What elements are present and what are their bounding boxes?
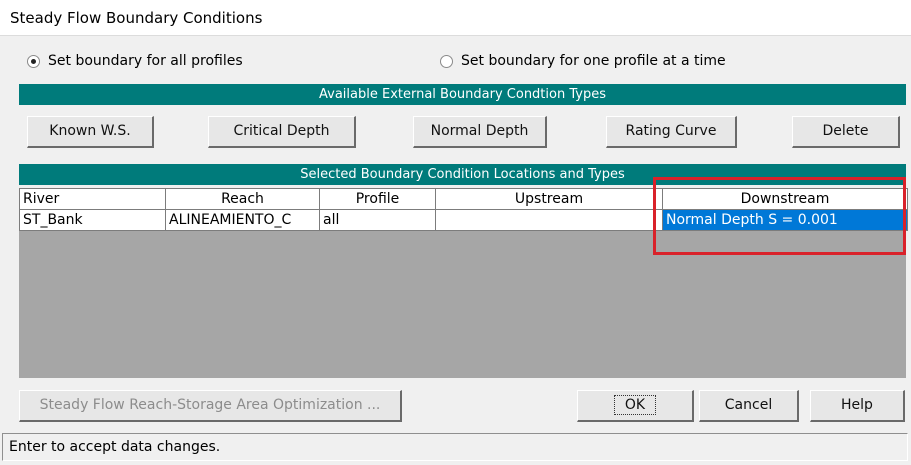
one-profile-label: Set boundary for one profile at a time bbox=[461, 53, 726, 69]
downstream-highlight-annotation bbox=[653, 177, 906, 255]
column-header-profile: Profile bbox=[319, 188, 436, 210]
column-header-reach: Reach bbox=[165, 188, 320, 210]
column-header-river: River bbox=[19, 188, 166, 210]
cell-profile[interactable]: all bbox=[319, 209, 436, 231]
title-bar: Steady Flow Boundary Conditions bbox=[0, 0, 911, 36]
ok-button[interactable]: OK bbox=[577, 390, 694, 422]
help-button[interactable]: Help bbox=[810, 390, 905, 422]
cell-reach[interactable]: ALINEAMIENTO_C bbox=[165, 209, 320, 231]
status-bar: Enter to accept data changes. bbox=[2, 433, 908, 461]
rating-curve-button[interactable]: Rating Curve bbox=[606, 116, 737, 148]
ok-button-label: OK bbox=[613, 395, 657, 415]
critical-depth-button[interactable]: Critical Depth bbox=[208, 116, 356, 148]
all-profiles-label: Set boundary for all profiles bbox=[48, 53, 243, 69]
known-ws-button[interactable]: Known W.S. bbox=[27, 116, 154, 148]
cancel-button[interactable]: Cancel bbox=[699, 390, 799, 422]
cell-upstream[interactable] bbox=[435, 209, 663, 231]
delete-button[interactable]: Delete bbox=[792, 116, 900, 148]
window-title: Steady Flow Boundary Conditions bbox=[10, 9, 263, 27]
cell-river[interactable]: ST_Bank bbox=[19, 209, 166, 231]
column-header-upstream: Upstream bbox=[435, 188, 663, 210]
normal-depth-button[interactable]: Normal Depth bbox=[413, 116, 547, 148]
optimization-button: Steady Flow Reach-Storage Area Optimizat… bbox=[19, 390, 402, 422]
one-profile-radio[interactable] bbox=[440, 54, 453, 68]
all-profiles-radio[interactable] bbox=[27, 54, 40, 68]
available-types-header: Available External Boundary Condtion Typ… bbox=[19, 84, 906, 105]
one-profile-option[interactable]: Set boundary for one profile at a time bbox=[440, 50, 726, 72]
all-profiles-option[interactable]: Set boundary for all profiles bbox=[27, 50, 243, 72]
